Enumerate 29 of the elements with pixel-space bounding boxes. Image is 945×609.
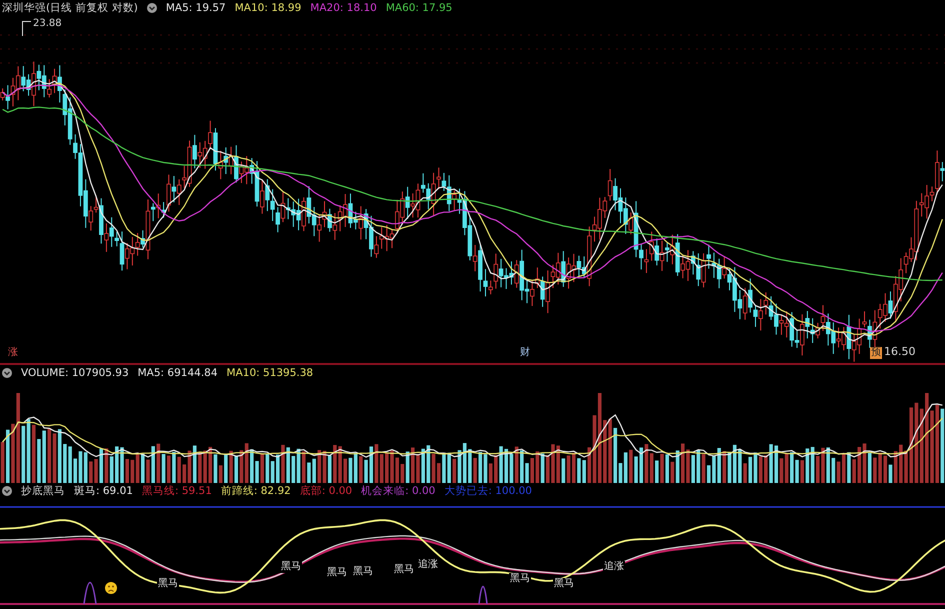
indicator-value: MA10: 18.99 bbox=[234, 2, 302, 14]
marker-label: 预 bbox=[870, 347, 882, 359]
indicator-value: 黑马线: 59.51 bbox=[142, 484, 212, 498]
signal-label: 黑马 bbox=[157, 578, 179, 590]
stock-title: 深圳华强(日线 前复权 对数) bbox=[2, 0, 138, 14]
indicator-value: MA5: 69144.84 bbox=[138, 366, 218, 378]
signal-label: 黑马 bbox=[509, 573, 531, 585]
indicator-value: 斑马: 69.01 bbox=[74, 484, 133, 498]
price-label: 16.50 bbox=[884, 345, 916, 358]
price-label: 23.88 bbox=[33, 18, 62, 29]
marker-label: 财 bbox=[520, 347, 530, 359]
indicator-title: 抄底黑马 bbox=[21, 484, 65, 498]
marker-label: 涨 bbox=[8, 347, 18, 359]
indicator-value: MA20: 18.10 bbox=[310, 2, 377, 14]
signal-label: 黑马 bbox=[553, 578, 575, 590]
signal-label: 追涨 bbox=[417, 559, 439, 571]
indicator-value: 机会来临: 0.00 bbox=[361, 484, 436, 498]
signal-label: 黑马 bbox=[393, 564, 415, 576]
signal-label: 黑马 bbox=[326, 567, 348, 579]
indicator-value: 前蹄线: 82.92 bbox=[220, 484, 291, 498]
indicator-value: VOLUME: 107905.93 bbox=[21, 366, 129, 378]
indicator-value: 底部: 0.00 bbox=[300, 484, 352, 498]
indicator-value: MA5: 19.57 bbox=[166, 2, 226, 14]
signal-label: 黑马 bbox=[280, 561, 302, 573]
indicator-value: MA60: 17.95 bbox=[386, 2, 452, 14]
indicator-value: MA10: 51395.38 bbox=[226, 366, 314, 378]
indicator-value: 大势已去: 100.00 bbox=[444, 484, 532, 498]
signal-label: 黑马 bbox=[352, 566, 374, 578]
signal-label: 追涨 bbox=[603, 561, 625, 573]
